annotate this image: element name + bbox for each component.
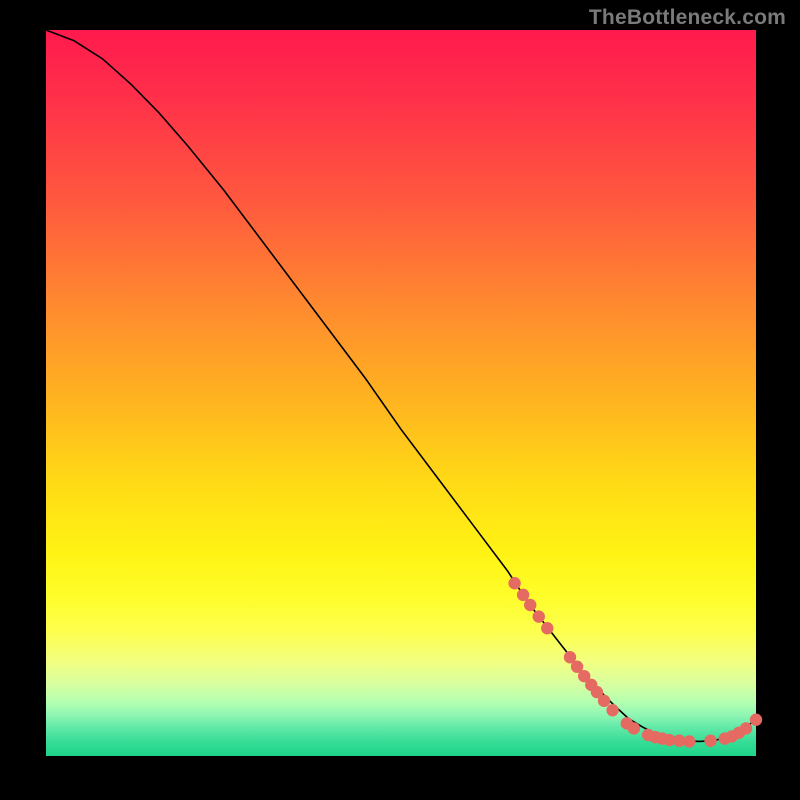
scatter-dot [541,622,553,634]
scatter-dot [606,704,618,716]
chart-container: TheBottleneck.com [0,0,800,800]
chart-svg [46,30,756,756]
plot-area [46,30,756,756]
scatter-dot [517,589,529,601]
scatter-dot [683,735,695,747]
attribution-label: TheBottleneck.com [589,6,786,30]
scatter-dot [628,722,640,734]
scatter-dot [750,714,762,726]
scatter-dot [524,599,536,611]
scatter-dot [533,610,545,622]
scatter-dot [704,735,716,747]
scatter-dot [598,695,610,707]
scatter-dot [508,577,520,589]
curve-line [46,30,756,741]
scatter-dot [740,722,752,734]
